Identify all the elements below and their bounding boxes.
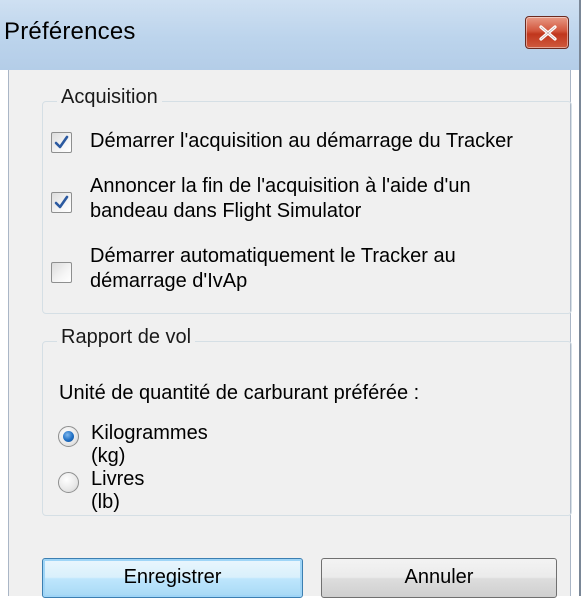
kilograms-radio[interactable]: [58, 426, 79, 447]
preferences-dialog: Préférences Acquisition Démarrer l'acqui…: [0, 0, 581, 598]
close-button[interactable]: [525, 16, 569, 49]
radio-selected-dot: [63, 431, 74, 442]
auto-start-checkbox[interactable]: [51, 262, 72, 283]
check-mark-icon: [54, 135, 69, 149]
window-title: Préférences: [4, 18, 136, 45]
acquisition-group: Acquisition Démarrer l'acquisition au dé…: [42, 86, 572, 314]
announce-end-label: Annoncer la fin de l'acquisition à l'aid…: [90, 175, 471, 222]
acquisition-legend: Acquisition: [57, 86, 162, 109]
save-button[interactable]: Enregistrer: [42, 558, 303, 598]
pounds-radio[interactable]: [58, 472, 79, 493]
check-mark-icon: [54, 195, 69, 209]
auto-start-label: Démarrer automatiquement le Tracker au d…: [90, 245, 456, 292]
pounds-label: Livres (lb): [91, 468, 145, 513]
fuel-unit-label: Unité de quantité de carburant préférée …: [59, 382, 420, 404]
flight-report-legend: Rapport de vol: [57, 326, 196, 349]
cancel-button[interactable]: Annuler: [321, 558, 557, 598]
dialog-body: Acquisition Démarrer l'acquisition au dé…: [8, 70, 572, 598]
kilograms-label: Kilogrammes (kg): [91, 422, 208, 467]
flight-report-group: Rapport de vol Unité de quantité de carb…: [42, 326, 572, 516]
close-icon: [539, 25, 557, 41]
start-acquisition-label: Démarrer l'acquisition au démarrage du T…: [90, 130, 513, 152]
announce-end-checkbox[interactable]: [51, 192, 72, 213]
title-bar[interactable]: Préférences: [0, 0, 579, 70]
start-acquisition-checkbox[interactable]: [51, 132, 72, 153]
